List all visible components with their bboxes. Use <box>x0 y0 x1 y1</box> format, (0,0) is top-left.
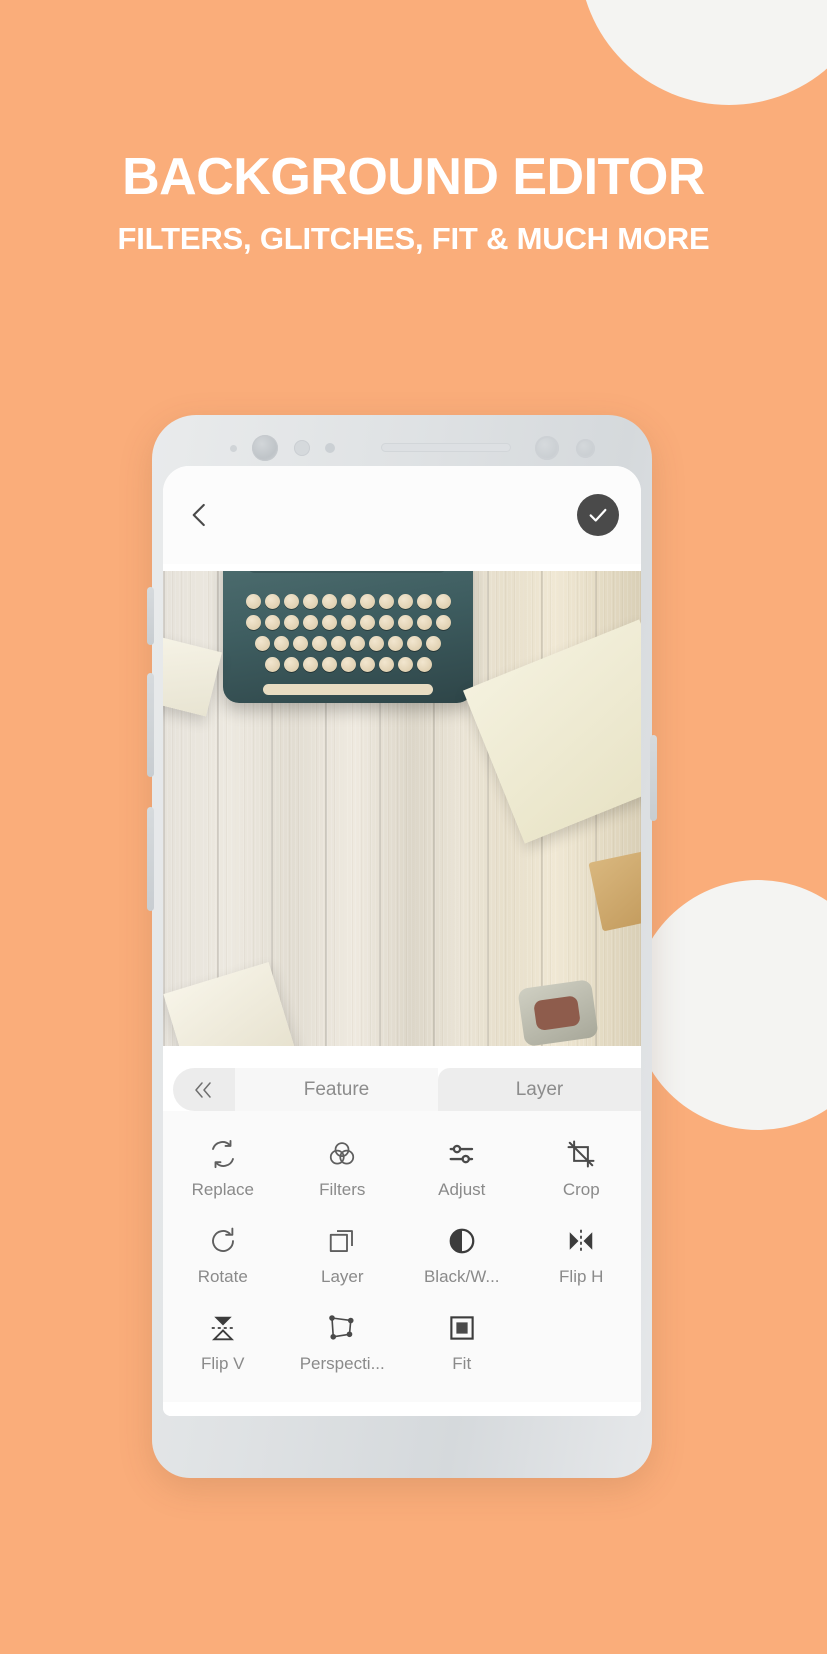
rotate-cw-icon <box>208 1224 238 1258</box>
crop-icon <box>566 1137 596 1171</box>
phone-button-bixby <box>147 587 154 645</box>
tool-crop-label: Crop <box>562 1180 600 1199</box>
tool-filters[interactable]: Filters <box>283 1127 403 1214</box>
decorative-blob-bottom-right <box>633 880 827 1130</box>
app-top-bar <box>163 466 641 564</box>
back-button[interactable] <box>185 500 215 530</box>
appbar-divider <box>163 564 641 571</box>
front-camera-icon <box>252 435 278 461</box>
tool-crop[interactable]: Crop <box>522 1127 642 1214</box>
proximity-sensor-icon <box>576 439 595 458</box>
panel-tabs: Feature Layer <box>163 1068 641 1111</box>
venn-circles-icon <box>327 1137 357 1171</box>
phone-button-volume-up <box>147 673 154 777</box>
editor-panel: Feature Layer Replace Filters Adjust Cro… <box>163 1046 641 1416</box>
tool-empty-slot <box>522 1301 642 1388</box>
promo-headline-block: BACKGROUND EDITOR FILTERS, GLITCHES, FIT… <box>0 150 827 257</box>
earpiece-speaker-icon <box>381 443 511 452</box>
tool-flip-vertical-label: Flip V <box>201 1354 245 1373</box>
tool-grid: Replace Filters Adjust Crop Rotate Layer… <box>163 1111 641 1402</box>
tool-layer[interactable]: Layer <box>283 1214 403 1301</box>
tool-row: Rotate Layer Black/W... Flip H <box>163 1214 641 1301</box>
contrast-circle-icon <box>447 1224 477 1258</box>
tool-perspective[interactable]: Perspecti... <box>283 1301 403 1388</box>
tool-filters-label: Filters <box>319 1180 366 1199</box>
phone-screen: Feature Layer Replace Filters Adjust Cro… <box>163 466 641 1416</box>
tool-row: Flip V Perspecti... Fit <box>163 1301 641 1388</box>
sensor-small-icon <box>325 443 335 453</box>
tool-flip-horizontal-label: Flip H <box>559 1267 604 1286</box>
typewriter-spacebar <box>263 684 433 695</box>
typewriter-object <box>223 571 473 703</box>
tab-feature-label: Feature <box>303 1078 370 1100</box>
tool-perspective-label: Perspecti... <box>299 1354 385 1373</box>
check-icon <box>589 508 607 522</box>
page-subtitle: FILTERS, GLITCHES, FIT & MUCH MORE <box>117 220 710 256</box>
flip-vertical-icon <box>208 1311 238 1345</box>
sensor-icon <box>294 440 310 456</box>
flip-horizontal-icon <box>566 1224 596 1258</box>
tool-black-white[interactable]: Black/W... <box>402 1214 522 1301</box>
perspective-icon <box>327 1311 357 1345</box>
iris-scanner-icon <box>535 436 559 460</box>
phone-button-power <box>650 735 657 821</box>
panel-top-spacer <box>163 1046 641 1068</box>
tool-fit-label: Fit <box>452 1354 472 1373</box>
tool-row: Replace Filters Adjust Crop <box>163 1127 641 1214</box>
collapse-panel-button[interactable] <box>173 1068 235 1111</box>
tool-replace-label: Replace <box>191 1180 254 1199</box>
typewriter-carriage <box>247 571 447 573</box>
tool-rotate[interactable]: Rotate <box>163 1214 283 1301</box>
android-navigation-bar <box>163 1402 641 1416</box>
layers-icon <box>327 1224 357 1258</box>
phone-sensor-strip <box>152 433 652 463</box>
tool-flip-vertical[interactable]: Flip V <box>163 1301 283 1388</box>
promo-stage: BACKGROUND EDITOR FILTERS, GLITCHES, FIT… <box>0 0 827 1654</box>
phone-button-volume-down <box>147 807 154 911</box>
tab-layer-label: Layer <box>515 1078 564 1100</box>
tool-flip-horizontal[interactable]: Flip H <box>522 1214 642 1301</box>
phone-mockup: Feature Layer Replace Filters Adjust Cro… <box>147 415 657 1478</box>
refresh-arrows-icon <box>208 1137 238 1171</box>
sliders-icon <box>447 1137 477 1171</box>
double-chevron-left-icon <box>195 1081 211 1098</box>
tool-rotate-label: Rotate <box>197 1267 248 1286</box>
decorative-blob-top-right <box>579 0 827 105</box>
tool-layer-label: Layer <box>320 1267 364 1286</box>
tab-layer[interactable]: Layer <box>438 1068 641 1111</box>
jar-object <box>517 979 599 1046</box>
fit-square-icon <box>447 1311 477 1345</box>
tool-replace[interactable]: Replace <box>163 1127 283 1214</box>
confirm-button[interactable] <box>577 494 619 536</box>
tool-fit[interactable]: Fit <box>402 1301 522 1388</box>
typewriter-keys <box>235 591 461 677</box>
photo-canvas[interactable] <box>163 571 641 1046</box>
page-title: BACKGROUND EDITOR <box>122 148 705 206</box>
sensor-dot-icon <box>230 445 237 452</box>
tool-black-white-label: Black/W... <box>423 1267 500 1286</box>
tool-adjust[interactable]: Adjust <box>402 1127 522 1214</box>
tool-adjust-label: Adjust <box>438 1180 486 1199</box>
tab-feature[interactable]: Feature <box>235 1068 438 1111</box>
